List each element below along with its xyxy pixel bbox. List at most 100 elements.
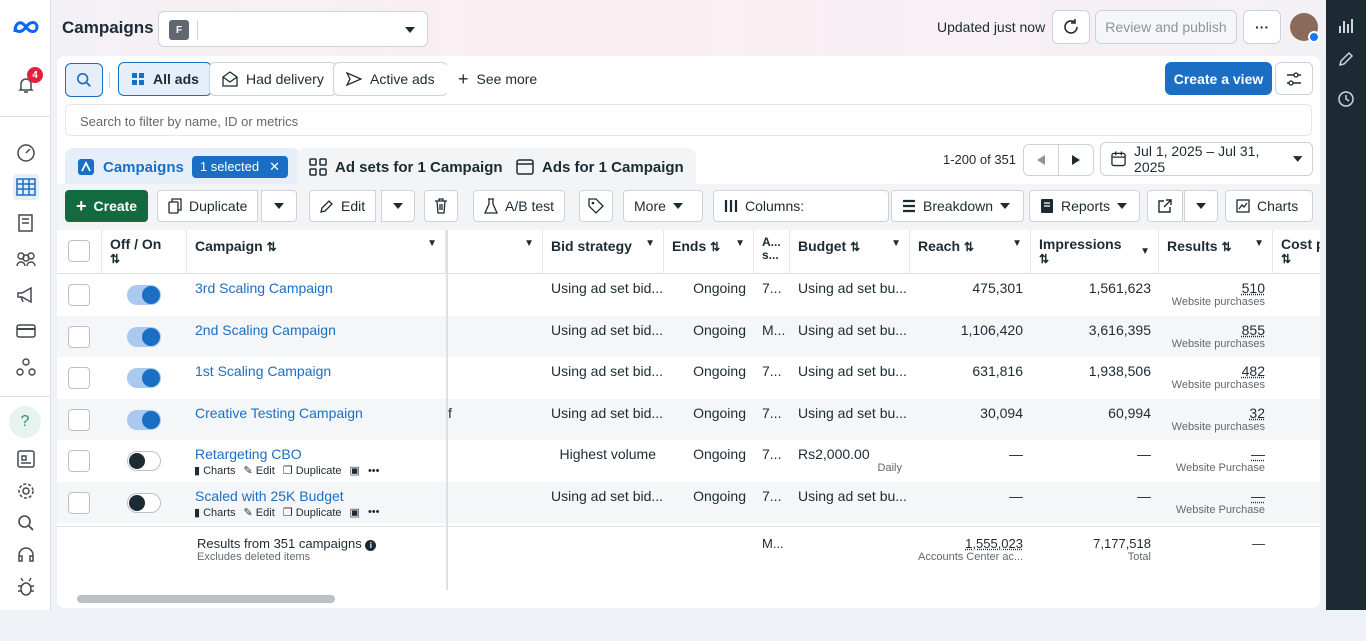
selection-chip[interactable]: 1 selected ✕ <box>191 156 289 178</box>
chevron-down-icon[interactable]: ▼ <box>735 238 745 249</box>
campaign-toggle[interactable] <box>127 451 161 471</box>
row-duplicate-action[interactable]: ❐ Duplicate <box>283 506 342 519</box>
row-checkbox[interactable] <box>68 325 90 348</box>
search-icon[interactable] <box>13 510 39 536</box>
review-publish-button[interactable]: Review and publish <box>1095 10 1237 44</box>
row-checkbox[interactable] <box>68 284 90 306</box>
row-charts-action[interactable]: ▮ Charts <box>194 506 236 519</box>
chevron-down-icon[interactable]: ▼ <box>1012 238 1022 249</box>
view-settings-button[interactable] <box>1275 62 1313 95</box>
duplicate-button[interactable]: Duplicate <box>157 190 259 222</box>
more-actions-button[interactable]: More <box>623 190 703 222</box>
search-filter-input[interactable]: Search to filter by name, ID or metrics <box>65 104 1312 136</box>
header-campaign[interactable]: Campaign ⇅ ▼ <box>187 230 446 273</box>
catalog-book-icon[interactable] <box>13 210 39 236</box>
tag-button[interactable] <box>579 190 613 222</box>
history-clock-icon[interactable] <box>1337 90 1355 108</box>
header-attribution[interactable]: A... s... <box>754 230 790 273</box>
header-budget[interactable]: Budget ⇅ ▼ <box>790 230 910 273</box>
table-row[interactable]: 3rd Scaling Campaign Using ad set bid...… <box>57 274 1320 315</box>
create-button[interactable]: + Create <box>65 190 149 222</box>
export-dropdown[interactable] <box>1184 190 1218 222</box>
view-active-ads[interactable]: Active ads <box>333 62 448 96</box>
campaign-name-link[interactable]: Retargeting CBO <box>195 446 302 462</box>
prev-page-button[interactable] <box>1023 144 1059 176</box>
table-row[interactable]: 1st Scaling Campaign Using ad set bid...… <box>57 357 1320 398</box>
row-checkbox[interactable] <box>68 408 90 431</box>
table-row[interactable]: Retargeting CBO Highest volume Ongoing 7… <box>57 440 1320 481</box>
row-checkbox[interactable] <box>68 450 90 472</box>
chevron-down-icon[interactable]: ▼ <box>427 238 437 249</box>
horizontal-scrollbar[interactable] <box>77 595 335 603</box>
campaign-toggle[interactable] <box>127 492 161 513</box>
next-page-button[interactable] <box>1058 144 1094 176</box>
see-more-views-button[interactable]: + See more <box>446 62 550 96</box>
campaign-toggle[interactable] <box>127 285 161 305</box>
header-reach[interactable]: Reach ⇅ ▼ <box>910 230 1031 273</box>
chevron-down-icon[interactable]: ▼ <box>1254 238 1264 249</box>
bar-chart-icon[interactable] <box>1337 17 1355 35</box>
tab-ad-sets[interactable]: Ad sets for 1 Campaign <box>297 148 515 186</box>
reports-button[interactable]: Reports <box>1029 190 1140 222</box>
help-question-icon[interactable]: ? <box>9 406 41 438</box>
megaphone-icon[interactable] <box>13 282 39 308</box>
delete-button[interactable] <box>424 190 458 222</box>
campaign-toggle[interactable] <box>127 326 161 347</box>
avatar[interactable] <box>1290 13 1320 43</box>
header-impressions[interactable]: Impressions ⇅ ▼ <box>1031 230 1159 273</box>
ab-test-button[interactable]: A/B test <box>473 190 566 222</box>
gear-icon[interactable] <box>13 478 39 504</box>
row-edit-action[interactable]: ✎ Edit <box>244 506 275 519</box>
header-off-on[interactable]: Off / On ⇅ <box>102 230 187 273</box>
row-edit-action[interactable]: ✎ Edit <box>244 464 275 477</box>
events-manager-icon[interactable] <box>13 354 39 380</box>
bug-report-icon[interactable] <box>13 574 39 600</box>
table-row[interactable]: Scaled with 25K Budget Using ad set bid.… <box>57 481 1320 523</box>
header-bid-strategy[interactable]: Bid strategy ▼ <box>543 230 664 273</box>
edit-button[interactable]: Edit <box>309 190 377 222</box>
meta-logo-icon[interactable] <box>11 14 41 40</box>
row-charts-action[interactable]: ▮ Charts <box>194 464 236 477</box>
campaign-name-link[interactable]: Scaled with 25K Budget <box>195 488 344 504</box>
row-checkbox[interactable] <box>68 367 90 389</box>
view-all-ads[interactable]: All ads <box>118 62 212 96</box>
header-results[interactable]: Results ⇅ ▼ <box>1159 230 1273 273</box>
columns-selector[interactable]: Columns: <box>713 190 889 222</box>
ads-manager-table-icon[interactable] <box>13 174 39 200</box>
row-more-action[interactable]: ••• <box>368 465 380 477</box>
refresh-button[interactable] <box>1052 10 1090 44</box>
chevron-down-icon[interactable]: ▼ <box>645 238 655 249</box>
campaign-name-link[interactable]: 1st Scaling Campaign <box>195 363 331 379</box>
header-hidden-column[interactable]: ▼ <box>448 230 543 273</box>
audiences-people-icon[interactable] <box>13 246 39 272</box>
breakdown-button[interactable]: Breakdown <box>891 190 1024 222</box>
search-toggle-button[interactable] <box>65 63 103 97</box>
tab-ads[interactable]: Ads for 1 Campaign <box>504 148 696 186</box>
chevron-down-icon[interactable]: ▼ <box>524 238 534 249</box>
tab-campaigns[interactable]: Campaigns 1 selected ✕ <box>65 148 301 186</box>
charts-button[interactable]: Charts <box>1225 190 1313 222</box>
support-headset-icon[interactable] <box>13 542 39 568</box>
media-library-icon[interactable] <box>13 446 39 472</box>
select-all-checkbox[interactable] <box>68 240 90 262</box>
campaign-toggle[interactable] <box>127 409 161 430</box>
campaign-name-link[interactable]: 3rd Scaling Campaign <box>195 280 333 296</box>
row-more-action[interactable]: ••• <box>368 506 380 518</box>
campaign-name-link[interactable]: 2nd Scaling Campaign <box>195 322 336 338</box>
row-preview-action[interactable]: ▣ <box>350 464 360 477</box>
more-options-button[interactable]: ··· <box>1243 10 1281 44</box>
edit-dropdown[interactable] <box>381 190 415 222</box>
billing-card-icon[interactable] <box>13 318 39 344</box>
campaign-toggle[interactable] <box>127 368 161 388</box>
chevron-down-icon[interactable]: ▼ <box>891 238 901 249</box>
duplicate-dropdown[interactable] <box>261 190 297 222</box>
create-view-button[interactable]: Create a view <box>1165 62 1272 95</box>
row-duplicate-action[interactable]: ❐ Duplicate <box>283 464 342 477</box>
pencil-edit-icon[interactable] <box>1337 50 1355 68</box>
export-button[interactable] <box>1147 190 1183 222</box>
view-had-delivery[interactable]: Had delivery <box>209 62 337 96</box>
dashboard-gauge-icon[interactable] <box>13 139 39 165</box>
table-row[interactable]: Creative Testing Campaign f Using ad set… <box>57 398 1320 440</box>
ad-account-selector[interactable]: F <box>158 11 428 47</box>
header-ends[interactable]: Ends ⇅ ▼ <box>664 230 754 273</box>
